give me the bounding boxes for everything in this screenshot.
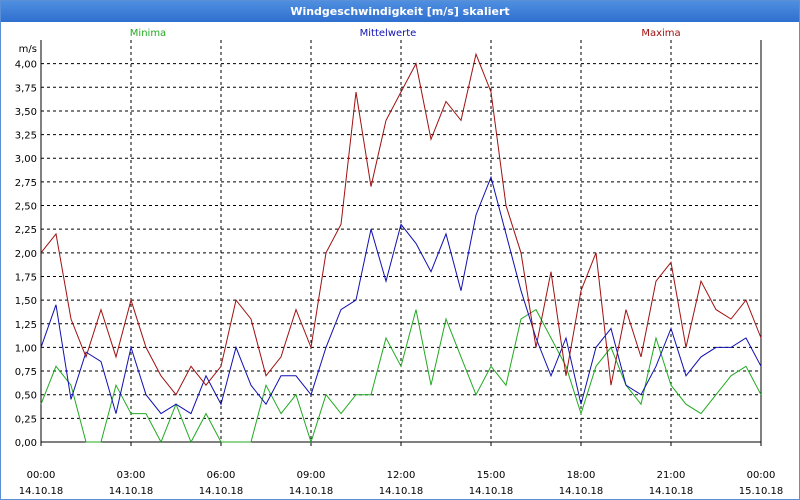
x-tick-date: 14.10.18 <box>469 486 514 497</box>
x-tick-date: 14.10.18 <box>379 486 424 497</box>
y-tick-label: 3,25 <box>15 131 37 142</box>
chart-window: Windgeschwindigkeit [m/s] skaliert 0,00 0… <box>0 0 800 500</box>
x-tick-time: 09:00 <box>297 470 326 481</box>
y-axis-label: m/s <box>19 44 37 55</box>
x-tick-date: 14.10.18 <box>199 486 244 497</box>
axes: 0,00 0,25 0,50 0,75 1,00 1,25 1,50 1,75 2,00 2,25… <box>15 40 784 497</box>
x-tick-time: 03:00 <box>117 470 146 481</box>
x-tick-time: 00:00 <box>747 470 776 481</box>
y-tick-label: 3,50 <box>15 107 37 118</box>
legend-mittelwerte: Mittelwerte <box>360 28 417 39</box>
y-tick-label: 0,50 <box>15 391 37 402</box>
y-tick-label: 0,75 <box>15 367 37 378</box>
y-tick-label: 2,75 <box>15 178 37 189</box>
x-tick-date: 14.10.18 <box>289 486 334 497</box>
y-tick-label: 0,00 <box>15 438 37 449</box>
grid <box>41 40 761 442</box>
y-tick-label: 0,25 <box>15 414 37 425</box>
y-tick-label: 3,75 <box>15 83 37 94</box>
y-tick-label: 1,75 <box>15 272 37 283</box>
x-tick-time: 18:00 <box>567 470 596 481</box>
legend-maxima: Maxima <box>641 28 680 39</box>
x-tick-time: 21:00 <box>657 470 686 481</box>
x-tick-time: 12:00 <box>387 470 416 481</box>
y-tick-label: 2,25 <box>15 225 37 236</box>
y-tick-label: 4,00 <box>15 60 37 71</box>
x-tick-date: 14.10.18 <box>19 486 64 497</box>
x-tick-time: 00:00 <box>27 470 56 481</box>
y-tick-label: 2,00 <box>15 249 37 260</box>
x-tick-date: 14.10.18 <box>109 486 154 497</box>
y-tick-label: 1,25 <box>15 320 37 331</box>
window-title: Windgeschwindigkeit [m/s] skaliert <box>1 1 799 22</box>
x-tick-date: 15.10.18 <box>739 486 784 497</box>
legend-minima: Minima <box>130 28 166 39</box>
y-tick-label: 1,50 <box>15 296 37 307</box>
x-tick-date: 14.10.18 <box>649 486 694 497</box>
x-tick-time: 06:00 <box>207 470 236 481</box>
y-tick-label: 2,50 <box>15 202 37 213</box>
y-tick-label: 1,00 <box>15 343 37 354</box>
legend: Minima Mittelwerte Maxima <box>130 28 681 39</box>
x-tick-date: 14.10.18 <box>559 486 604 497</box>
wind-speed-chart: 0,00 0,25 0,50 0,75 1,00 1,25 1,50 1,75 2,00 2,25… <box>15 28 784 497</box>
x-tick-time: 15:00 <box>477 470 506 481</box>
y-tick-label: 3,00 <box>15 154 37 165</box>
